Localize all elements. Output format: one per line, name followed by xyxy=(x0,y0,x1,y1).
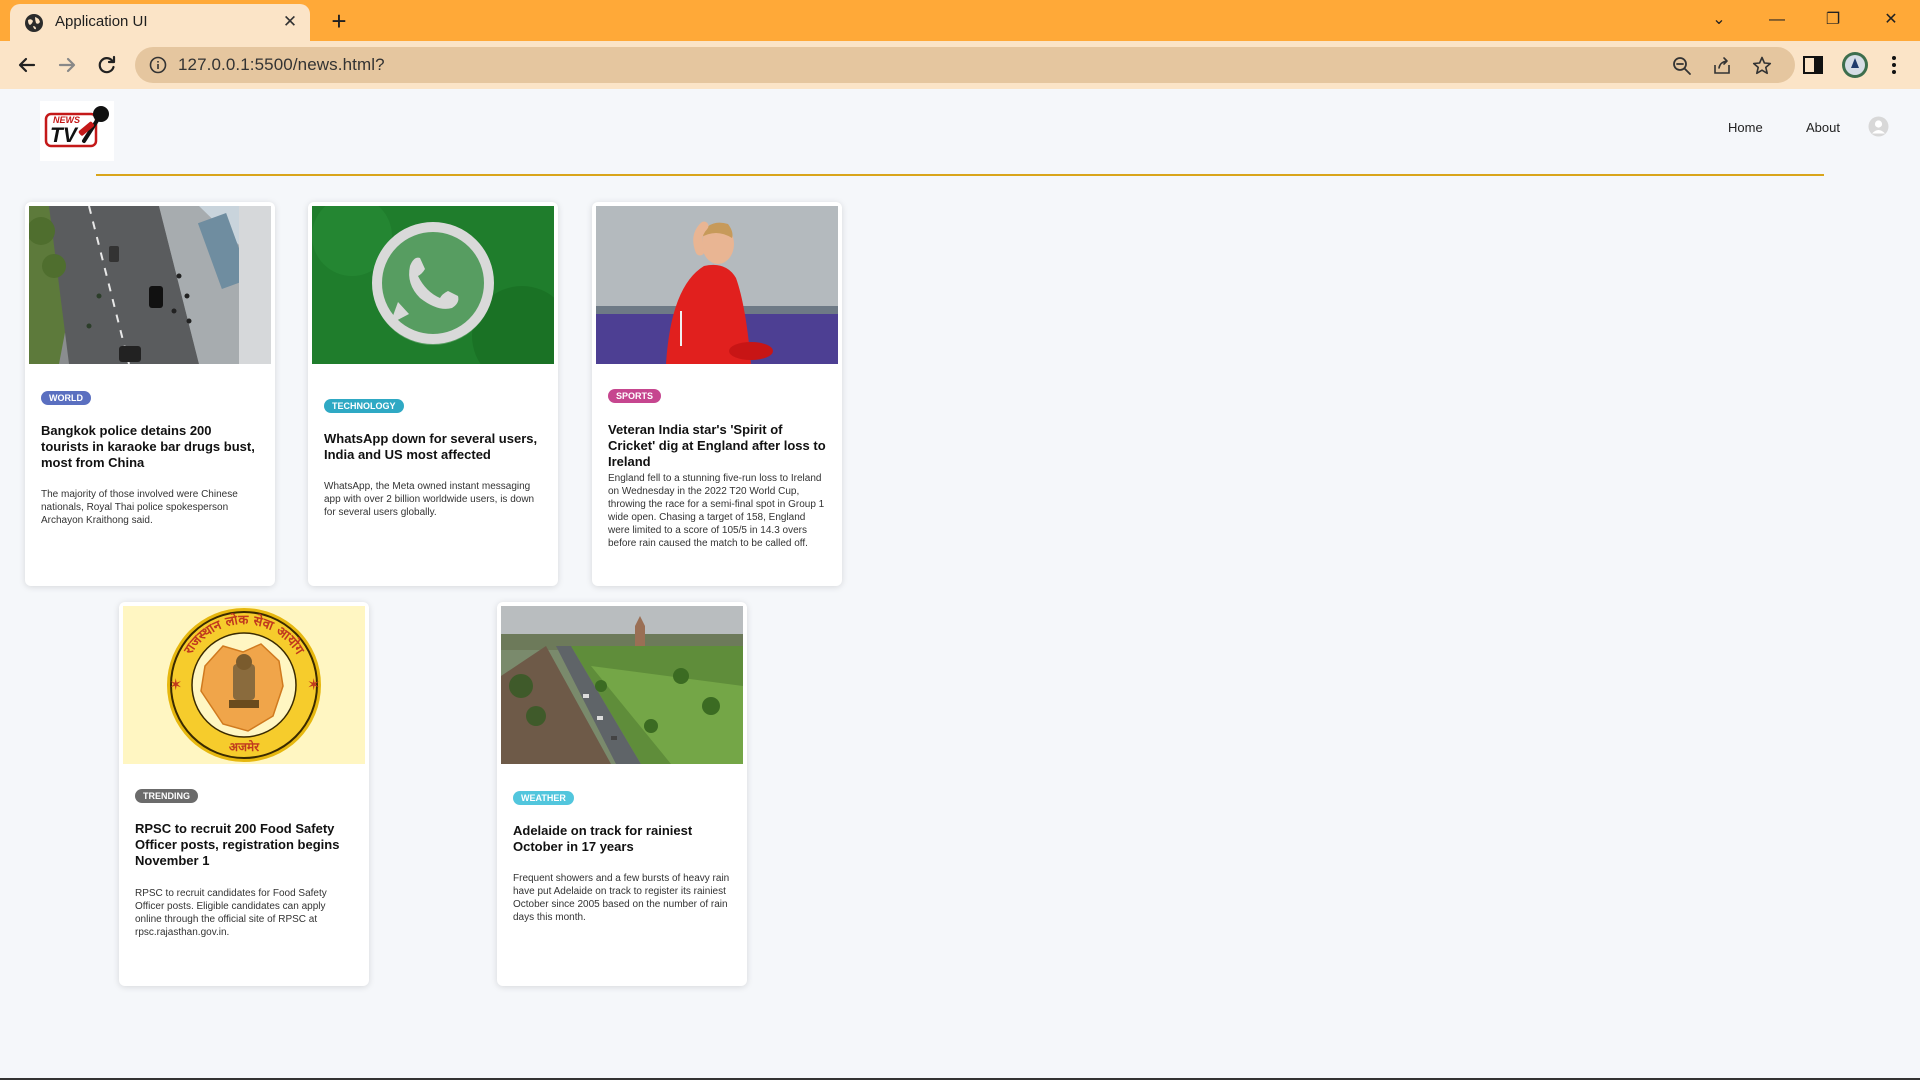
article-description: The majority of those involved were Chin… xyxy=(41,489,238,526)
reload-icon xyxy=(98,55,116,74)
svg-text:✶: ✶ xyxy=(307,675,320,694)
browser-tab[interactable]: Application UI ✕ xyxy=(10,4,310,41)
street-scene-image xyxy=(29,206,271,364)
nav-home-link[interactable]: Home xyxy=(1728,120,1763,135)
back-button[interactable] xyxy=(12,50,42,80)
news-card-sports[interactable]: SPORTS Veteran India star's 'Spirit of C… xyxy=(592,202,842,586)
article-title[interactable]: RPSC to recruit 200 Food Safety Officer … xyxy=(135,821,353,869)
browser-tab-bar: Application UI ✕ + ⌄ — ❐ ✕ xyxy=(0,0,1920,41)
news-tv-logo-image: NEWS TV xyxy=(44,106,109,148)
article-title[interactable]: WhatsApp down for several users, India a… xyxy=(324,431,542,463)
close-window-button[interactable]: ✕ xyxy=(1876,6,1906,34)
forward-arrow-icon xyxy=(58,57,76,73)
article-title[interactable]: Adelaide on track for rainiest October i… xyxy=(513,823,731,855)
news-card-world[interactable]: WORLD Bangkok police detains 200 tourist… xyxy=(25,202,275,586)
globe-icon xyxy=(25,14,43,32)
news-page: NEWS TV Home About WORLD Bangkok police … xyxy=(0,89,1920,1080)
article-description: Frequent showers and a few bursts of hea… xyxy=(513,873,730,923)
share-icon[interactable] xyxy=(1711,55,1733,77)
back-arrow-icon xyxy=(18,57,36,73)
news-card-weather[interactable]: WEATHER Adelaide on track for rainiest O… xyxy=(497,602,747,986)
svg-text:TV: TV xyxy=(50,124,79,147)
tab-search-icon[interactable]: ⌄ xyxy=(1704,6,1734,34)
whatsapp-logo-image xyxy=(312,206,554,364)
category-badge: WORLD xyxy=(41,391,91,405)
svg-text:✶: ✶ xyxy=(169,675,182,694)
browser-toolbar: 127.0.0.1:5500/news.html? xyxy=(0,41,1920,89)
article-title[interactable]: Bangkok police detains 200 tourists in k… xyxy=(41,423,259,471)
side-panel-icon[interactable] xyxy=(1801,53,1825,77)
adelaide-aerial-image xyxy=(501,606,743,764)
nav-about-link[interactable]: About xyxy=(1806,120,1840,135)
category-badge: TRENDING xyxy=(135,789,198,803)
category-badge: WEATHER xyxy=(513,791,574,805)
cricketer-image xyxy=(596,206,838,364)
rpsc-seal-image: ✶ ✶ राजस्थान लोक सेवा आयोग अजमेर xyxy=(123,606,365,764)
seal-bottom-text: अजमेर xyxy=(229,740,260,754)
address-bar[interactable]: 127.0.0.1:5500/news.html? xyxy=(135,47,1795,83)
article-description: WhatsApp, the Meta owned instant messagi… xyxy=(324,481,535,518)
browser-menu-icon[interactable] xyxy=(1882,53,1906,77)
news-card-technology[interactable]: TECHNOLOGY WhatsApp down for several use… xyxy=(308,202,558,586)
info-icon[interactable] xyxy=(149,56,167,74)
article-description: England fell to a stunning five-run loss… xyxy=(608,473,825,549)
category-badge: SPORTS xyxy=(608,389,662,403)
zoom-icon[interactable] xyxy=(1671,55,1693,77)
tab-title: Application UI xyxy=(55,13,148,30)
header-divider xyxy=(96,174,1824,176)
news-tv-logo[interactable]: NEWS TV xyxy=(40,101,114,161)
forward-button[interactable] xyxy=(52,50,82,80)
bookmark-star-icon[interactable] xyxy=(1751,55,1773,77)
url-text[interactable]: 127.0.0.1:5500/news.html? xyxy=(178,55,385,75)
reload-button[interactable] xyxy=(92,50,122,80)
article-description: RPSC to recruit candidates for Food Safe… xyxy=(135,888,327,938)
news-card-trending[interactable]: ✶ ✶ राजस्थान लोक सेवा आयोग अजमेर TRENDIN… xyxy=(119,602,369,986)
profile-avatar-icon[interactable] xyxy=(1841,51,1869,79)
user-avatar-icon[interactable] xyxy=(1868,116,1889,137)
restore-button[interactable]: ❐ xyxy=(1818,6,1848,34)
category-badge: TECHNOLOGY xyxy=(324,399,404,413)
article-title[interactable]: Veteran India star's 'Spirit of Cricket'… xyxy=(608,422,826,470)
new-tab-button[interactable]: + xyxy=(325,7,353,35)
minimize-button[interactable]: — xyxy=(1762,6,1792,34)
tab-close-icon[interactable]: ✕ xyxy=(279,11,301,33)
